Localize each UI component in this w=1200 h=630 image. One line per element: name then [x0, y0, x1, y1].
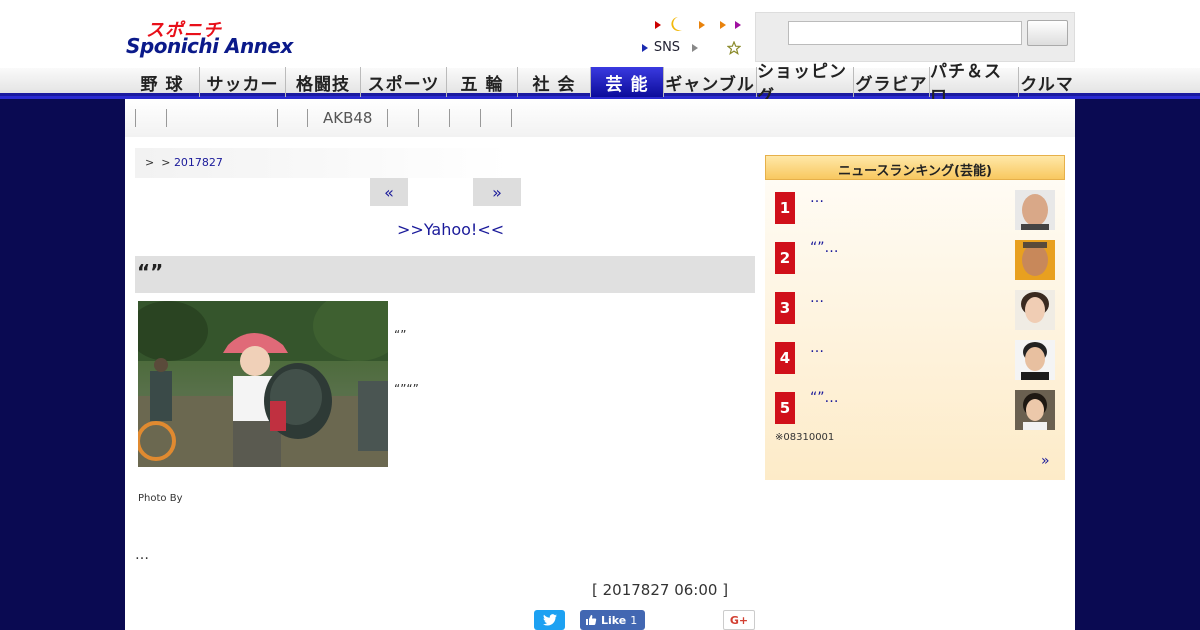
photo-credit: Photo By: [138, 493, 183, 504]
nav-item-pachislot[interactable]: パチ＆スロ: [930, 62, 1019, 107]
ranking-thumbnail[interactable]: [1015, 240, 1055, 280]
header-link-4[interactable]: [735, 17, 741, 31]
subnav-divider: [387, 109, 388, 127]
thumbs-up-icon: [586, 615, 597, 625]
article-body: …: [135, 547, 149, 563]
header-link-1[interactable]: [655, 17, 661, 31]
search-input[interactable]: [788, 21, 1022, 45]
ranking-thumbnail[interactable]: [1015, 290, 1055, 330]
arrow-icon: [692, 43, 698, 52]
ranking-number: 5: [775, 392, 795, 424]
article-quote-1: “”: [394, 328, 407, 342]
ranking-headline[interactable]: “”…: [810, 390, 839, 406]
arrow-icon: [735, 20, 741, 29]
breadcrumb: > > 2017827: [135, 148, 510, 178]
sub-nav: AKB48: [125, 99, 1075, 137]
ranking-number: 3: [775, 292, 795, 324]
subnav-divider: [449, 109, 450, 127]
ranking-item[interactable]: 5 “”…: [775, 390, 1055, 430]
arrow-icon: [642, 43, 648, 52]
subnav-divider: [418, 109, 419, 127]
nav-item-gravure[interactable]: グラビア: [854, 67, 930, 97]
star-icon[interactable]: [726, 40, 742, 55]
google-plus-button[interactable]: G+: [723, 610, 755, 630]
nav-item-sports[interactable]: スポーツ: [361, 67, 447, 97]
subnav-divider: [511, 109, 512, 127]
subnav-divider: [307, 109, 308, 127]
twitter-icon: [542, 614, 557, 626]
article-headline: “”: [135, 256, 755, 293]
ranking-title: ニュースランキング(芸能): [765, 155, 1065, 180]
ranking-number: 1: [775, 192, 795, 224]
subnav-divider: [277, 109, 278, 127]
ranking-item[interactable]: 3 …: [775, 290, 1055, 330]
ranking-item[interactable]: 2 “”…: [775, 240, 1055, 280]
nav-item-soccer[interactable]: サッカー: [200, 67, 286, 97]
arrow-icon: [699, 20, 705, 29]
logo-main-text: Sponichi Annex: [126, 34, 293, 58]
sns-link[interactable]: SNS: [642, 40, 680, 55]
nav-item-combat[interactable]: 格闘技: [286, 67, 361, 97]
ranking-thumbnail[interactable]: [1015, 190, 1055, 230]
twitter-share-button[interactable]: [534, 610, 565, 630]
article-quote-2: “”“”: [394, 382, 419, 396]
nav-item-society[interactable]: 社 会: [518, 67, 591, 97]
nav-item-shopping[interactable]: ショッピング: [757, 62, 854, 107]
ranking-more-link[interactable]: »: [1041, 453, 1050, 469]
facebook-like-count: 1: [630, 613, 638, 627]
nav-item-car[interactable]: クルマ: [1019, 67, 1075, 97]
main-content: AKB48 > > 2017827 « » >>Yahoo!<< “” “” “…: [125, 99, 1075, 630]
ranking-note: ※08310001: [775, 432, 835, 443]
breadcrumb-date-link[interactable]: 2017827: [174, 156, 223, 169]
next-article-button[interactable]: »: [473, 178, 521, 206]
ranking-headline[interactable]: …: [810, 290, 824, 306]
arrow-icon: [655, 20, 661, 29]
facebook-like-button[interactable]: Like 1: [580, 610, 645, 630]
yahoo-link[interactable]: >>Yahoo!<<: [397, 220, 504, 239]
arrow-icon: [720, 20, 726, 29]
article-photo[interactable]: [138, 301, 388, 467]
subnav-divider: [135, 109, 136, 127]
ranking-headline[interactable]: …: [810, 340, 824, 356]
subnav-divider: [166, 109, 167, 127]
sponichi-logo[interactable]: スポニチ Sponichi Annex: [126, 16, 316, 58]
sns-label: SNS: [653, 40, 681, 55]
news-ranking: ニュースランキング(芸能) 1 … 2 “”… 3 … 4 … 5 “”… ※0…: [765, 155, 1065, 480]
ranking-number: 4: [775, 342, 795, 374]
facebook-like-label: Like: [601, 613, 627, 627]
moon-icon[interactable]: [670, 16, 684, 31]
ranking-thumbnail[interactable]: [1015, 390, 1055, 430]
prev-article-button[interactable]: «: [370, 178, 408, 206]
breadcrumb-prefix: > >: [145, 156, 174, 169]
header-link-3[interactable]: [720, 17, 726, 31]
ranking-item[interactable]: 4 …: [775, 340, 1055, 380]
ranking-item[interactable]: 1 …: [775, 190, 1055, 230]
nav-item-gamble[interactable]: ギャンブル: [664, 67, 757, 97]
ranking-number: 2: [775, 242, 795, 274]
search-area: [755, 12, 1075, 62]
nav-item-baseball[interactable]: 野 球: [125, 67, 200, 97]
ranking-thumbnail[interactable]: [1015, 340, 1055, 380]
ranking-headline[interactable]: “”…: [810, 240, 839, 256]
global-nav: 野 球 サッカー 格闘技 スポーツ 五 輪 社 会 芸 能 ギャンブル ショッピ…: [125, 62, 1075, 107]
subnav-divider: [480, 109, 481, 127]
article-timestamp: [ 2017827 06:00 ]: [592, 581, 729, 599]
subnav-item-akb48[interactable]: AKB48: [323, 109, 372, 127]
search-button[interactable]: [1027, 20, 1068, 46]
ranking-headline[interactable]: …: [810, 190, 824, 206]
nav-item-entertainment[interactable]: 芸 能: [591, 67, 664, 97]
header-link-2[interactable]: [699, 17, 705, 31]
header-link-5[interactable]: [692, 40, 698, 54]
nav-item-olympics[interactable]: 五 輪: [447, 67, 518, 97]
